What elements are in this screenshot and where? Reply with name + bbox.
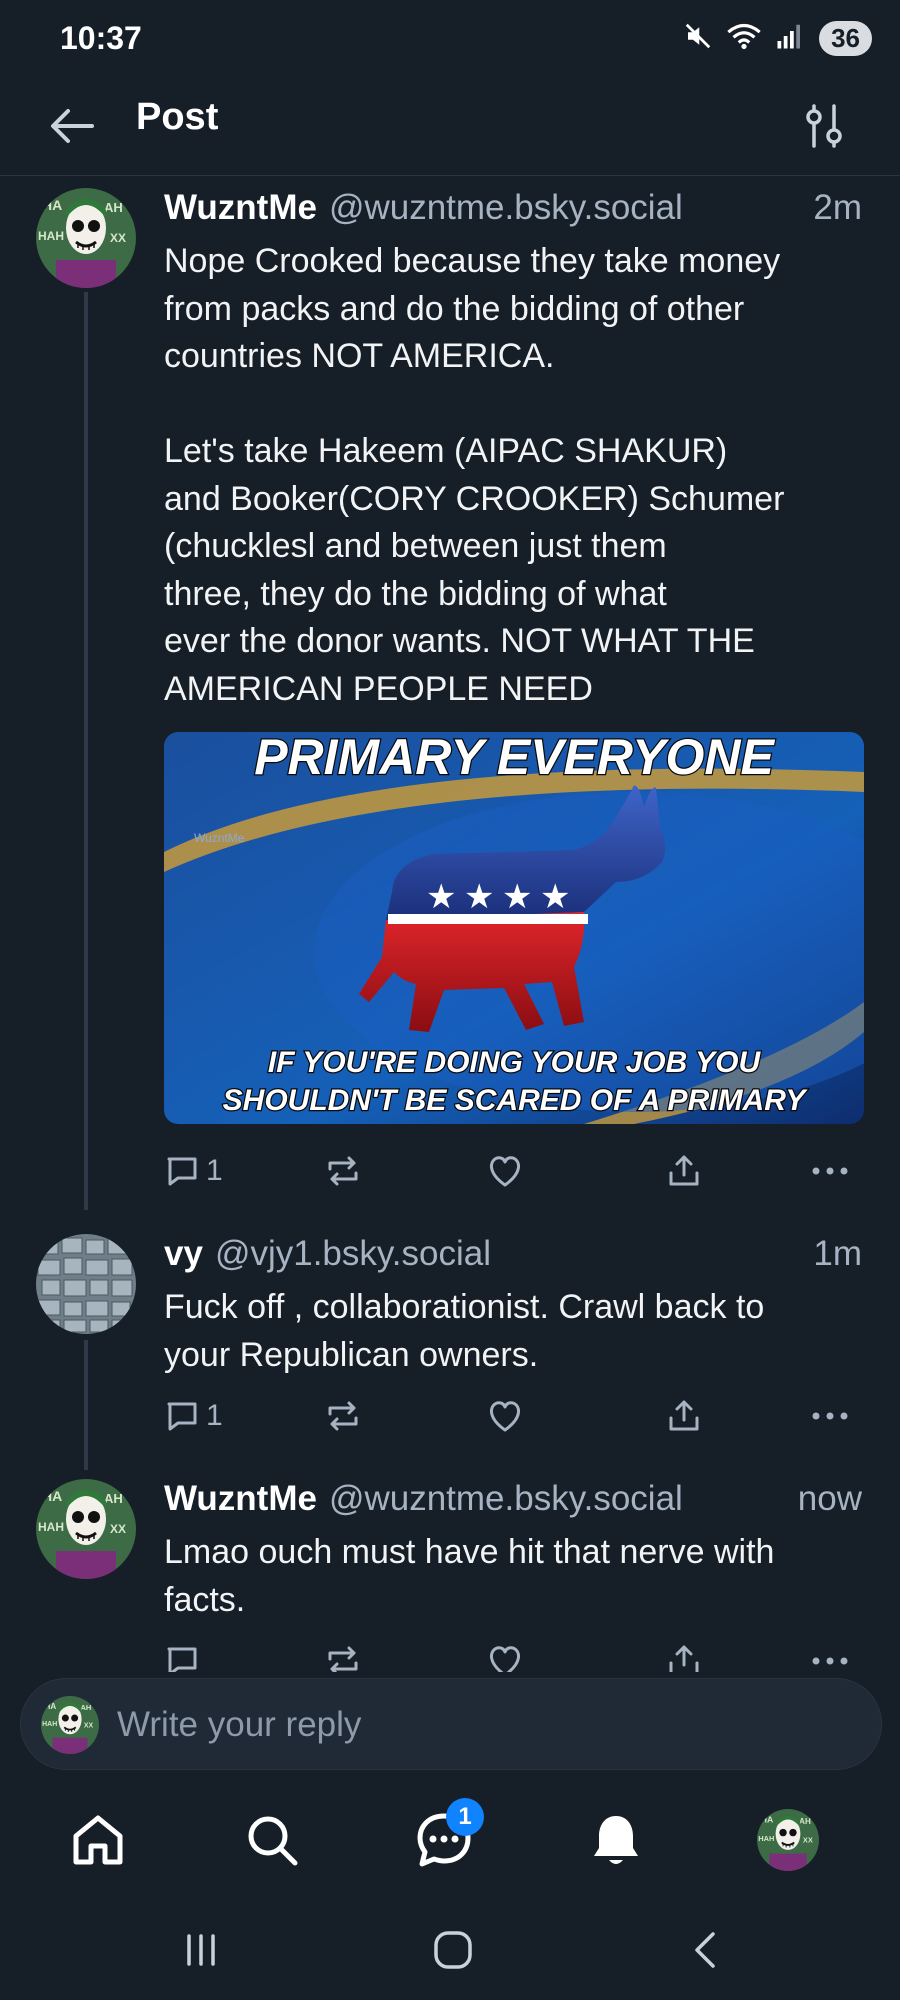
more-button[interactable] [810, 1391, 850, 1441]
post-header: WuzntMe @wuzntme.bsky.social now [164, 1479, 862, 1519]
post-timestamp: 1m [813, 1234, 862, 1273]
avatar[interactable] [36, 1479, 136, 1579]
recents-button[interactable] [166, 1920, 236, 1980]
image-caption-line1: IF YOU'RE DOING YOUR JOB YOU [268, 1046, 762, 1079]
author-handle[interactable]: @wuzntme.bsky.social [329, 188, 813, 228]
more-button[interactable] [810, 1146, 850, 1196]
reply-count: 1 [206, 1154, 223, 1187]
nav-home[interactable] [62, 1804, 134, 1876]
nav-notifications[interactable] [580, 1804, 652, 1876]
more-button[interactable] [810, 1636, 850, 1672]
repost-icon [328, 1401, 358, 1431]
svg-text:★: ★ [464, 877, 494, 917]
post-timestamp: now [797, 1479, 862, 1518]
avatar[interactable] [36, 1234, 136, 1334]
author-name[interactable]: vy [164, 1234, 203, 1274]
author-name[interactable]: WuzntMe [164, 1479, 317, 1519]
reply-icon [167, 1157, 197, 1186]
back-button[interactable] [44, 98, 100, 154]
post-text: Lmao ouch must have hit that nerve with … [164, 1533, 775, 1619]
image-watermark: WuzntMe [194, 831, 245, 845]
more-icon [812, 1167, 848, 1175]
sliders-icon [806, 104, 842, 148]
reply-composer[interactable]: Write your reply [20, 1678, 882, 1770]
reply-count: 1 [206, 1399, 223, 1432]
reply-input[interactable]: Write your reply [117, 1705, 361, 1745]
share-icon [669, 1400, 699, 1431]
share-button[interactable] [666, 1636, 702, 1672]
avatar[interactable] [36, 188, 136, 288]
image-headline: PRIMARY EVERYONE [254, 732, 775, 785]
svg-text:★: ★ [502, 877, 532, 917]
nav-profile[interactable] [752, 1804, 824, 1876]
post-image[interactable]: ★ ★ ★ ★ WuzntMe PRIMARY EVERYONE IF YOU'… [164, 732, 864, 1124]
post-actions: 1 [164, 1146, 864, 1196]
reply-button[interactable]: 1 [164, 1146, 223, 1196]
reply-icon [167, 1402, 197, 1431]
like-button[interactable] [486, 1146, 524, 1196]
avatar [41, 1696, 99, 1754]
repost-button[interactable] [324, 1146, 362, 1196]
more-icon [812, 1412, 848, 1420]
author-handle[interactable]: @vjy1.bsky.social [215, 1234, 813, 1274]
reply-button[interactable] [164, 1636, 200, 1672]
battery-indicator: 36 [819, 20, 872, 56]
status-time: 10:37 [60, 19, 142, 56]
system-back-button[interactable] [670, 1920, 740, 1980]
like-button[interactable] [486, 1636, 524, 1672]
share-button[interactable] [666, 1146, 702, 1196]
svg-text:★: ★ [540, 877, 570, 917]
post-header: vy @vjy1.bsky.social 1m [164, 1234, 862, 1274]
post-text: Nope Crooked because they take money fro… [164, 242, 785, 708]
like-button[interactable] [486, 1391, 524, 1441]
home-button[interactable] [418, 1920, 488, 1980]
system-nav [0, 1900, 900, 2000]
heart-icon [490, 1401, 520, 1432]
reply-button[interactable]: 1 [164, 1391, 223, 1441]
profile-avatar[interactable] [757, 1809, 819, 1871]
thread-settings-button[interactable] [796, 96, 852, 156]
page-title: Post [136, 96, 219, 138]
image-caption-line2: SHOULDN'T BE SCARED OF A PRIMARY [223, 1084, 809, 1117]
home-circle-icon [434, 1931, 472, 1969]
nav-search[interactable] [236, 1804, 308, 1876]
share-icon [669, 1155, 699, 1186]
mute-icon [683, 21, 713, 56]
repost-icon [328, 1646, 358, 1672]
chevron-left-icon [695, 1932, 715, 1968]
heart-icon [490, 1156, 520, 1187]
reply-icon [167, 1647, 197, 1672]
signal-icon [775, 21, 805, 56]
share-icon [669, 1645, 699, 1672]
post-text: Fuck off , collaborationist. Crawl back … [164, 1288, 765, 1374]
top-header: Post [0, 76, 900, 176]
repost-icon [328, 1156, 358, 1186]
author-name[interactable]: WuzntMe [164, 188, 317, 228]
search-icon [248, 1816, 298, 1866]
author-handle[interactable]: @wuzntme.bsky.social [329, 1479, 798, 1519]
more-icon [812, 1657, 848, 1665]
post-header: WuzntMe @wuzntme.bsky.social 2m [164, 188, 862, 228]
recents-icon [187, 1934, 215, 1966]
status-icons: 36 [683, 20, 872, 56]
post-timestamp: 2m [813, 188, 862, 227]
status-bar: 10:37 36 [0, 0, 900, 76]
share-button[interactable] [666, 1391, 702, 1441]
repost-button[interactable] [324, 1636, 362, 1672]
wifi-icon [727, 21, 761, 56]
svg-text:★: ★ [426, 877, 456, 917]
bell-icon [594, 1816, 638, 1864]
post-actions: 1 [164, 1391, 864, 1441]
repost-button[interactable] [324, 1391, 362, 1441]
arrow-left-icon [51, 109, 94, 143]
heart-icon [490, 1646, 520, 1672]
home-icon [73, 1815, 123, 1865]
chat-badge: 1 [446, 1798, 484, 1836]
post-actions [164, 1636, 864, 1672]
